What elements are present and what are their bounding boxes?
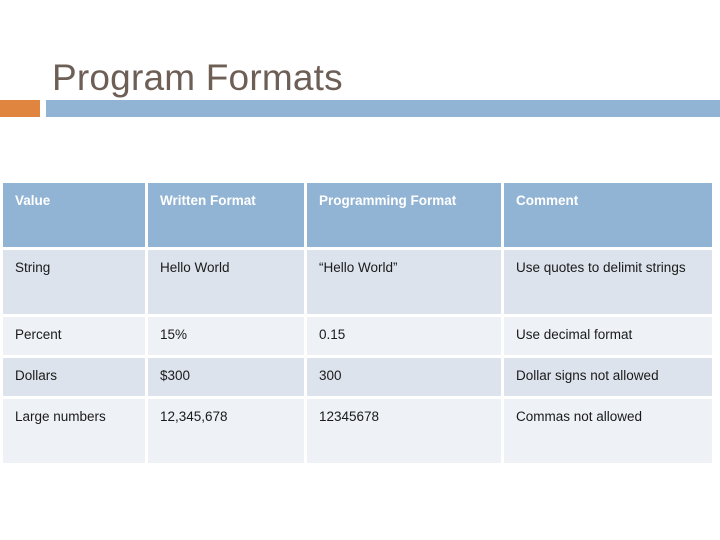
cell-programming: “Hello World” <box>307 250 501 314</box>
table-row: String Hello World “Hello World” Use quo… <box>3 250 712 314</box>
table-header-row: Value Written Format Programming Format … <box>3 183 712 247</box>
cell-written: Hello World <box>148 250 304 314</box>
column-header-comment: Comment <box>504 183 712 247</box>
column-header-written: Written Format <box>148 183 304 247</box>
cell-programming: 12345678 <box>307 399 501 463</box>
cell-value: Dollars <box>3 358 145 396</box>
cell-programming: 300 <box>307 358 501 396</box>
cell-written: 15% <box>148 317 304 355</box>
cell-value: String <box>3 250 145 314</box>
table-row: Percent 15% 0.15 Use decimal format <box>3 317 712 355</box>
cell-written: $300 <box>148 358 304 396</box>
cell-comment: Use decimal format <box>504 317 712 355</box>
cell-written: 12,345,678 <box>148 399 304 463</box>
column-header-programming: Programming Format <box>307 183 501 247</box>
program-formats-table: Value Written Format Programming Format … <box>0 180 715 466</box>
cell-value: Large numbers <box>3 399 145 463</box>
cell-comment: Commas not allowed <box>504 399 712 463</box>
table-row: Large numbers 12,345,678 12345678 Commas… <box>3 399 712 463</box>
cell-value: Percent <box>3 317 145 355</box>
column-header-value: Value <box>3 183 145 247</box>
slide: Program Formats Value Written Format Pro… <box>0 0 720 540</box>
page-title: Program Formats <box>52 56 343 98</box>
cell-programming: 0.15 <box>307 317 501 355</box>
accent-bar-blue <box>46 100 720 117</box>
cell-comment: Dollar signs not allowed <box>504 358 712 396</box>
table-row: Dollars $300 300 Dollar signs not allowe… <box>3 358 712 396</box>
accent-bar-orange <box>0 100 40 117</box>
cell-comment: Use quotes to delimit strings <box>504 250 712 314</box>
